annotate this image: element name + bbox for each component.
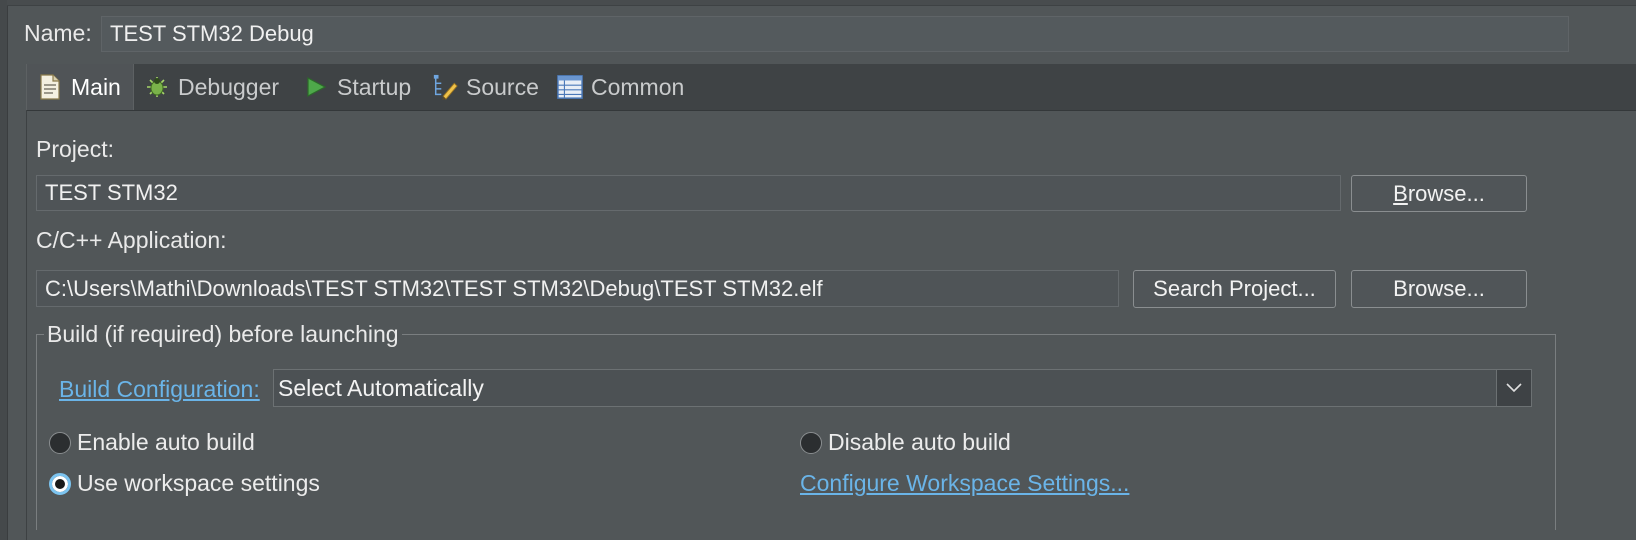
document-icon bbox=[37, 74, 63, 100]
project-input[interactable]: TEST STM32 bbox=[36, 175, 1341, 211]
project-label: Project: bbox=[36, 136, 114, 162]
project-browse-button[interactable]: Browse... bbox=[1351, 175, 1527, 212]
build-group-title: Build (if required) before launching bbox=[44, 321, 402, 348]
build-configuration-select[interactable]: Select Automatically bbox=[273, 369, 1532, 407]
project-input-value: TEST STM32 bbox=[45, 180, 178, 205]
window-left-edge bbox=[0, 0, 8, 540]
search-project-button[interactable]: Search Project... bbox=[1133, 270, 1336, 308]
tab-startup-label: Startup bbox=[337, 73, 412, 100]
application-input-value: C:\Users\Mathi\Downloads\TEST STM32\TEST… bbox=[45, 275, 823, 301]
browse-label-rest: rowse... bbox=[1407, 180, 1485, 206]
name-input[interactable]: TEST STM32 Debug bbox=[101, 16, 1569, 52]
build-group bbox=[36, 334, 1556, 530]
disable-auto-build-radio[interactable] bbox=[800, 431, 822, 454]
tab-common[interactable]: Common bbox=[557, 64, 697, 110]
application-label: C/C++ Application: bbox=[36, 227, 227, 253]
tab-main[interactable]: Main bbox=[26, 64, 134, 110]
name-input-value: TEST STM32 Debug bbox=[110, 21, 314, 46]
build-configuration-value: Select Automatically bbox=[278, 374, 484, 401]
use-workspace-settings-radio[interactable] bbox=[49, 472, 71, 495]
tab-startup[interactable]: Startup bbox=[303, 64, 415, 110]
enable-auto-build-radio[interactable] bbox=[49, 431, 71, 454]
application-input[interactable]: C:\Users\Mathi\Downloads\TEST STM32\TEST… bbox=[36, 270, 1119, 307]
chevron-down-icon[interactable] bbox=[1496, 370, 1531, 406]
disable-auto-build-option[interactable]: Disable auto build bbox=[800, 429, 1011, 456]
tab-common-label: Common bbox=[591, 73, 685, 100]
disable-auto-build-label: Disable auto build bbox=[828, 429, 1011, 455]
tab-source[interactable]: Source bbox=[432, 64, 544, 110]
browse-mnemonic: B bbox=[1393, 180, 1408, 206]
tab-main-label: Main bbox=[71, 73, 121, 100]
tab-debugger-label: Debugger bbox=[178, 73, 280, 100]
bug-icon bbox=[144, 74, 170, 100]
application-browse-button[interactable]: Browse... bbox=[1351, 270, 1527, 308]
window-top-edge bbox=[7, 0, 1636, 6]
configure-workspace-settings-link[interactable]: Configure Workspace Settings... bbox=[800, 470, 1129, 497]
build-configuration-link[interactable]: Build Configuration: bbox=[59, 376, 260, 403]
tab-source-label: Source bbox=[466, 73, 539, 100]
use-workspace-settings-option[interactable]: Use workspace settings bbox=[49, 470, 320, 497]
play-icon bbox=[303, 74, 329, 100]
enable-auto-build-option[interactable]: Enable auto build bbox=[49, 429, 255, 456]
source-edit-icon bbox=[432, 74, 458, 100]
tab-debugger[interactable]: Debugger bbox=[144, 64, 290, 110]
enable-auto-build-label: Enable auto build bbox=[77, 429, 255, 455]
table-icon bbox=[557, 74, 583, 100]
use-workspace-settings-label: Use workspace settings bbox=[77, 470, 320, 496]
name-label: Name: bbox=[24, 20, 92, 46]
